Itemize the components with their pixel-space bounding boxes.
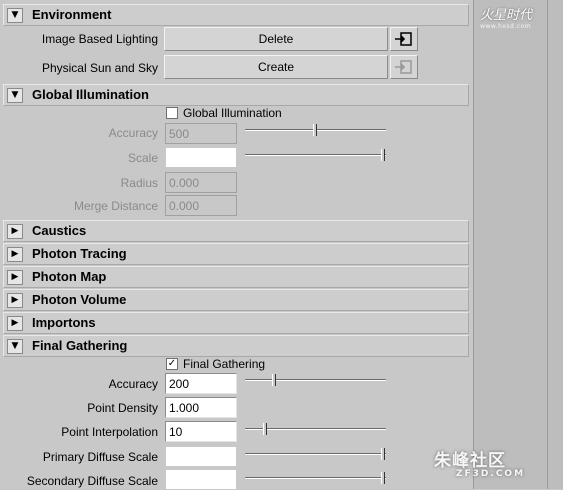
gi-radius-field[interactable]: 0.000 — [165, 172, 237, 193]
side-strip: 火星时代 www.hxsd.com 朱峰社区 ZF3D.COM — [434, 0, 563, 489]
divider — [547, 0, 548, 489]
collapse-arrow-icon[interactable]: ▶ — [7, 270, 23, 285]
expand-arrow-icon[interactable]: ▼ — [7, 8, 23, 23]
gi-accuracy-field[interactable]: 500 — [165, 123, 237, 144]
section-title: Final Gathering — [32, 338, 128, 353]
section-title: Photon Map — [32, 269, 107, 284]
section-final-gathering[interactable]: ▼ Final Gathering — [3, 335, 469, 357]
slider-thumb[interactable] — [263, 423, 267, 435]
gi-merge-distance-label: Merge Distance — [73, 199, 158, 213]
section-photon-map[interactable]: ▶ Photon Map — [3, 266, 469, 288]
section-photon-volume[interactable]: ▶ Photon Volume — [3, 289, 469, 311]
gi-scale-label: Scale — [127, 151, 158, 165]
attribute-panel: ▼ Environment Image Based Lighting Delet… — [0, 0, 474, 490]
section-environment[interactable]: ▼ Environment — [3, 4, 469, 26]
collapse-arrow-icon[interactable]: ▶ — [7, 247, 23, 262]
fg-primary-diffuse-swatch[interactable] — [165, 446, 237, 467]
section-title: Photon Volume — [32, 292, 127, 307]
slider-thumb[interactable] — [381, 472, 385, 484]
slider-thumb[interactable] — [272, 374, 276, 386]
gi-radius-label: Radius — [120, 176, 158, 190]
gi-accuracy-slider[interactable] — [245, 124, 386, 136]
fg-point-interpolation-slider[interactable] — [245, 423, 386, 435]
gi-checkbox-label: Global Illumination — [183, 106, 282, 120]
fg-point-interpolation-label: Point Interpolation — [61, 425, 158, 439]
fg-point-interpolation-field[interactable]: 10 — [165, 421, 237, 442]
watermark-sub: ZF3D.COM — [456, 469, 526, 479]
fg-checkbox[interactable]: ✓ — [166, 358, 178, 370]
ibl-delete-button[interactable]: Delete — [164, 27, 388, 51]
fg-accuracy-slider[interactable] — [245, 374, 386, 386]
fg-secondary-diffuse-slider[interactable] — [245, 472, 386, 484]
site-logo-url: www.hxsd.com — [480, 23, 532, 30]
fg-checkbox-label: Final Gathering — [183, 357, 266, 371]
section-global-illumination[interactable]: ▼ Global Illumination — [3, 84, 469, 106]
watermark-text: 朱峰社区 — [434, 451, 506, 471]
expand-arrow-icon[interactable]: ▼ — [7, 88, 23, 103]
section-title: Importons — [32, 315, 96, 330]
watermark: 朱峰社区 ZF3D.COM — [434, 446, 562, 486]
expand-arrow-icon[interactable]: ▼ — [7, 339, 23, 354]
gi-merge-distance-field[interactable]: 0.000 — [165, 195, 237, 216]
fg-point-density-field[interactable]: 1.000 — [165, 397, 237, 418]
collapse-arrow-icon[interactable]: ▶ — [7, 224, 23, 239]
collapse-arrow-icon[interactable]: ▶ — [7, 316, 23, 331]
sun-sky-create-button[interactable]: Create — [164, 55, 388, 79]
fg-secondary-diffuse-label: Secondary Diffuse Scale — [26, 474, 158, 488]
gi-scale-slider[interactable] — [245, 149, 386, 161]
connect-icon-disabled[interactable] — [390, 55, 418, 79]
gi-scale-swatch[interactable] — [165, 147, 237, 168]
image-based-lighting-label: Image Based Lighting — [41, 32, 158, 46]
fg-accuracy-label: Accuracy — [108, 377, 158, 391]
fg-primary-diffuse-slider[interactable] — [245, 448, 386, 460]
section-title: Photon Tracing — [32, 246, 127, 261]
section-title: Global Illumination — [32, 87, 149, 102]
section-caustics[interactable]: ▶ Caustics — [3, 220, 469, 242]
slider-thumb[interactable] — [381, 149, 385, 161]
fg-accuracy-field[interactable]: 200 — [165, 373, 237, 394]
physical-sun-label: Physical Sun and Sky — [41, 61, 158, 75]
section-importons[interactable]: ▶ Importons — [3, 312, 469, 334]
fg-secondary-diffuse-swatch[interactable] — [165, 469, 237, 490]
section-title: Caustics — [32, 223, 87, 238]
fg-primary-diffuse-label: Primary Diffuse Scale — [42, 450, 158, 464]
connect-icon[interactable] — [390, 27, 418, 51]
section-title: Environment — [32, 7, 112, 22]
gi-checkbox[interactable] — [166, 107, 178, 119]
gi-accuracy-label: Accuracy — [108, 126, 158, 140]
collapse-arrow-icon[interactable]: ▶ — [7, 293, 23, 308]
section-photon-tracing[interactable]: ▶ Photon Tracing — [3, 243, 469, 265]
slider-thumb[interactable] — [381, 448, 385, 460]
slider-thumb[interactable] — [313, 124, 317, 136]
fg-point-density-label: Point Density — [87, 401, 158, 415]
